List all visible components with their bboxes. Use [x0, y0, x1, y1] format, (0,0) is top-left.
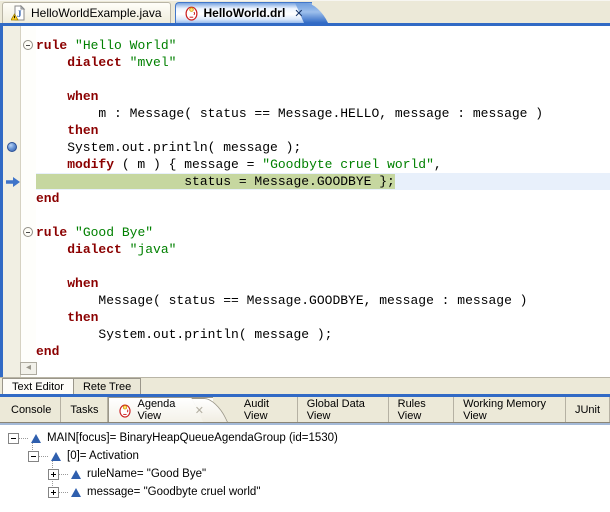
- view-tab-tasks[interactable]: Tasks: [61, 397, 108, 422]
- code-line[interactable]: System.out.println( message );: [36, 326, 610, 343]
- tab-rete-tree[interactable]: Rete Tree: [74, 378, 141, 394]
- code-line[interactable]: then: [36, 309, 610, 326]
- tree-connector: [59, 492, 68, 493]
- annotation-ruler[interactable]: [3, 26, 21, 377]
- code-line-text: rule "Hello World": [36, 38, 176, 53]
- collapse-icon[interactable]: [28, 451, 39, 462]
- hscroll-left-button[interactable]: ◂: [20, 362, 37, 375]
- tab-label: Rules View: [398, 398, 444, 422]
- code-line[interactable]: System.out.println( message );: [36, 139, 610, 156]
- code-line-text: System.out.println( message );: [36, 327, 332, 342]
- code-line[interactable]: when: [36, 88, 610, 105]
- tab-label: Text Editor: [12, 381, 64, 393]
- code-line[interactable]: Message( status == Message.GOODBYE, mess…: [36, 292, 610, 309]
- code-line-text: Message( status == Message.GOODBYE, mess…: [36, 293, 527, 308]
- tab-label: HelloWorldExample.java: [31, 6, 162, 20]
- code-line[interactable]: [36, 207, 610, 224]
- tree-item[interactable]: [0]= Activation: [0, 447, 610, 465]
- code-line[interactable]: [36, 71, 610, 88]
- code-line-text: System.out.println( message );: [36, 140, 301, 155]
- tree-item[interactable]: MAIN[focus]= BinaryHeapQueueAgendaGroup …: [0, 429, 610, 447]
- variable-icon: [51, 452, 61, 461]
- code-line-text: dialect "mvel": [36, 55, 176, 70]
- code-line-text: then: [36, 123, 98, 138]
- drools-icon: [118, 403, 132, 418]
- fold-collapse-icon[interactable]: [23, 40, 33, 50]
- tab-label: JUnit: [575, 404, 600, 416]
- code-line-text: modify ( m ) { message = "Goodbyte cruel…: [36, 157, 442, 172]
- code-line[interactable]: dialect "java": [36, 241, 610, 258]
- tab-helloworldexample-java[interactable]: J HelloWorldExample.java: [2, 2, 171, 23]
- tree-item[interactable]: ruleName= "Good Bye": [0, 465, 610, 483]
- tree-connector: [19, 438, 28, 439]
- tree-item-label: [0]= Activation: [67, 450, 139, 462]
- expand-icon[interactable]: [48, 487, 59, 498]
- tab-helloworld-drl[interactable]: HelloWorld.drl ✕: [175, 2, 312, 23]
- code-text-area[interactable]: rule "Hello World" dialect "mvel" when m…: [36, 26, 610, 377]
- expand-icon[interactable]: [48, 469, 59, 480]
- tab-label: Console: [11, 404, 51, 416]
- tab-label: Agenda View: [137, 398, 186, 422]
- code-line-text: rule "Good Bye": [36, 225, 153, 240]
- tree-connector: [59, 474, 68, 475]
- tab-label: HelloWorld.drl: [204, 6, 286, 20]
- tree-item[interactable]: message= "Goodbyte cruel world": [0, 483, 610, 501]
- svg-text:J: J: [17, 9, 22, 19]
- view-tab-global-data-view[interactable]: Global Data View: [298, 397, 389, 422]
- tab-label: Rete Tree: [83, 381, 131, 393]
- code-line[interactable]: [36, 258, 610, 275]
- code-line[interactable]: then: [36, 122, 610, 139]
- code-line-text: end: [36, 191, 59, 206]
- code-line[interactable]: modify ( m ) { message = "Goodbyte cruel…: [36, 156, 610, 173]
- close-icon[interactable]: ✕: [294, 7, 303, 20]
- view-tab-rules-view[interactable]: Rules View: [389, 397, 454, 422]
- view-tab-working-memory-view[interactable]: Working Memory View: [454, 397, 566, 422]
- view-tab-audit-view[interactable]: Audit View: [235, 397, 298, 422]
- tab-text-editor[interactable]: Text Editor: [2, 378, 74, 394]
- code-line-text: dialect "java": [36, 242, 176, 257]
- tree-item-label: message= "Goodbyte cruel world": [87, 486, 260, 498]
- editor-page-tabs: Text Editor Rete Tree: [0, 377, 610, 394]
- code-line[interactable]: end: [36, 190, 610, 207]
- tree-item-label: MAIN[focus]= BinaryHeapQueueAgendaGroup …: [47, 432, 338, 444]
- tab-label: Working Memory View: [463, 398, 556, 422]
- close-icon[interactable]: ✕: [195, 404, 204, 417]
- code-line-text: m : Message( status == Message.HELLO, me…: [36, 106, 543, 121]
- collapse-icon[interactable]: [8, 433, 19, 444]
- code-line-text: then: [36, 310, 98, 325]
- variable-icon: [71, 488, 81, 497]
- breakpoint-icon[interactable]: [7, 142, 17, 152]
- java-file-warning-icon: J: [11, 5, 26, 21]
- view-tab-junit[interactable]: JUnit: [566, 397, 610, 422]
- tree-connector: [39, 456, 48, 457]
- folding-ruler[interactable]: [21, 26, 36, 377]
- view-tab-console[interactable]: Console: [2, 397, 61, 422]
- code-line[interactable]: rule "Good Bye": [36, 224, 610, 241]
- code-line[interactable]: end: [36, 343, 610, 360]
- eclipse-workbench: J HelloWorldExample.java HelloWorld.drl …: [0, 0, 610, 512]
- tab-label: Tasks: [70, 404, 98, 416]
- code-line-text: status = Message.GOODBYE };: [36, 174, 395, 189]
- code-line-text: when: [36, 89, 98, 104]
- code-line[interactable]: when: [36, 275, 610, 292]
- fold-collapse-icon[interactable]: [23, 227, 33, 237]
- drools-file-icon: [184, 5, 199, 21]
- agenda-view-tree[interactable]: MAIN[focus]= BinaryHeapQueueAgendaGroup …: [0, 425, 610, 512]
- view-tab-agenda-view[interactable]: Agenda View ✕: [108, 397, 212, 422]
- editor-tab-bar: J HelloWorldExample.java HelloWorld.drl …: [0, 0, 610, 23]
- view-tab-bar: Console Tasks Agenda View ✕ Audit View Global…: [0, 397, 610, 423]
- tab-label: Global Data View: [307, 398, 379, 422]
- code-line[interactable]: status = Message.GOODBYE };: [36, 173, 610, 190]
- variable-icon: [71, 470, 81, 479]
- drl-code-editor[interactable]: rule "Hello World" dialect "mvel" when m…: [0, 26, 610, 377]
- tab-label: Audit View: [244, 398, 288, 422]
- code-line[interactable]: m : Message( status == Message.HELLO, me…: [36, 105, 610, 122]
- code-line[interactable]: rule "Hello World": [36, 37, 610, 54]
- tree-item-label: ruleName= "Good Bye": [87, 468, 206, 480]
- variable-icon: [31, 434, 41, 443]
- code-line[interactable]: dialect "mvel": [36, 54, 610, 71]
- code-line-text: when: [36, 276, 98, 291]
- debug-instruction-pointer-icon: [6, 177, 20, 187]
- code-line-text: end: [36, 344, 59, 359]
